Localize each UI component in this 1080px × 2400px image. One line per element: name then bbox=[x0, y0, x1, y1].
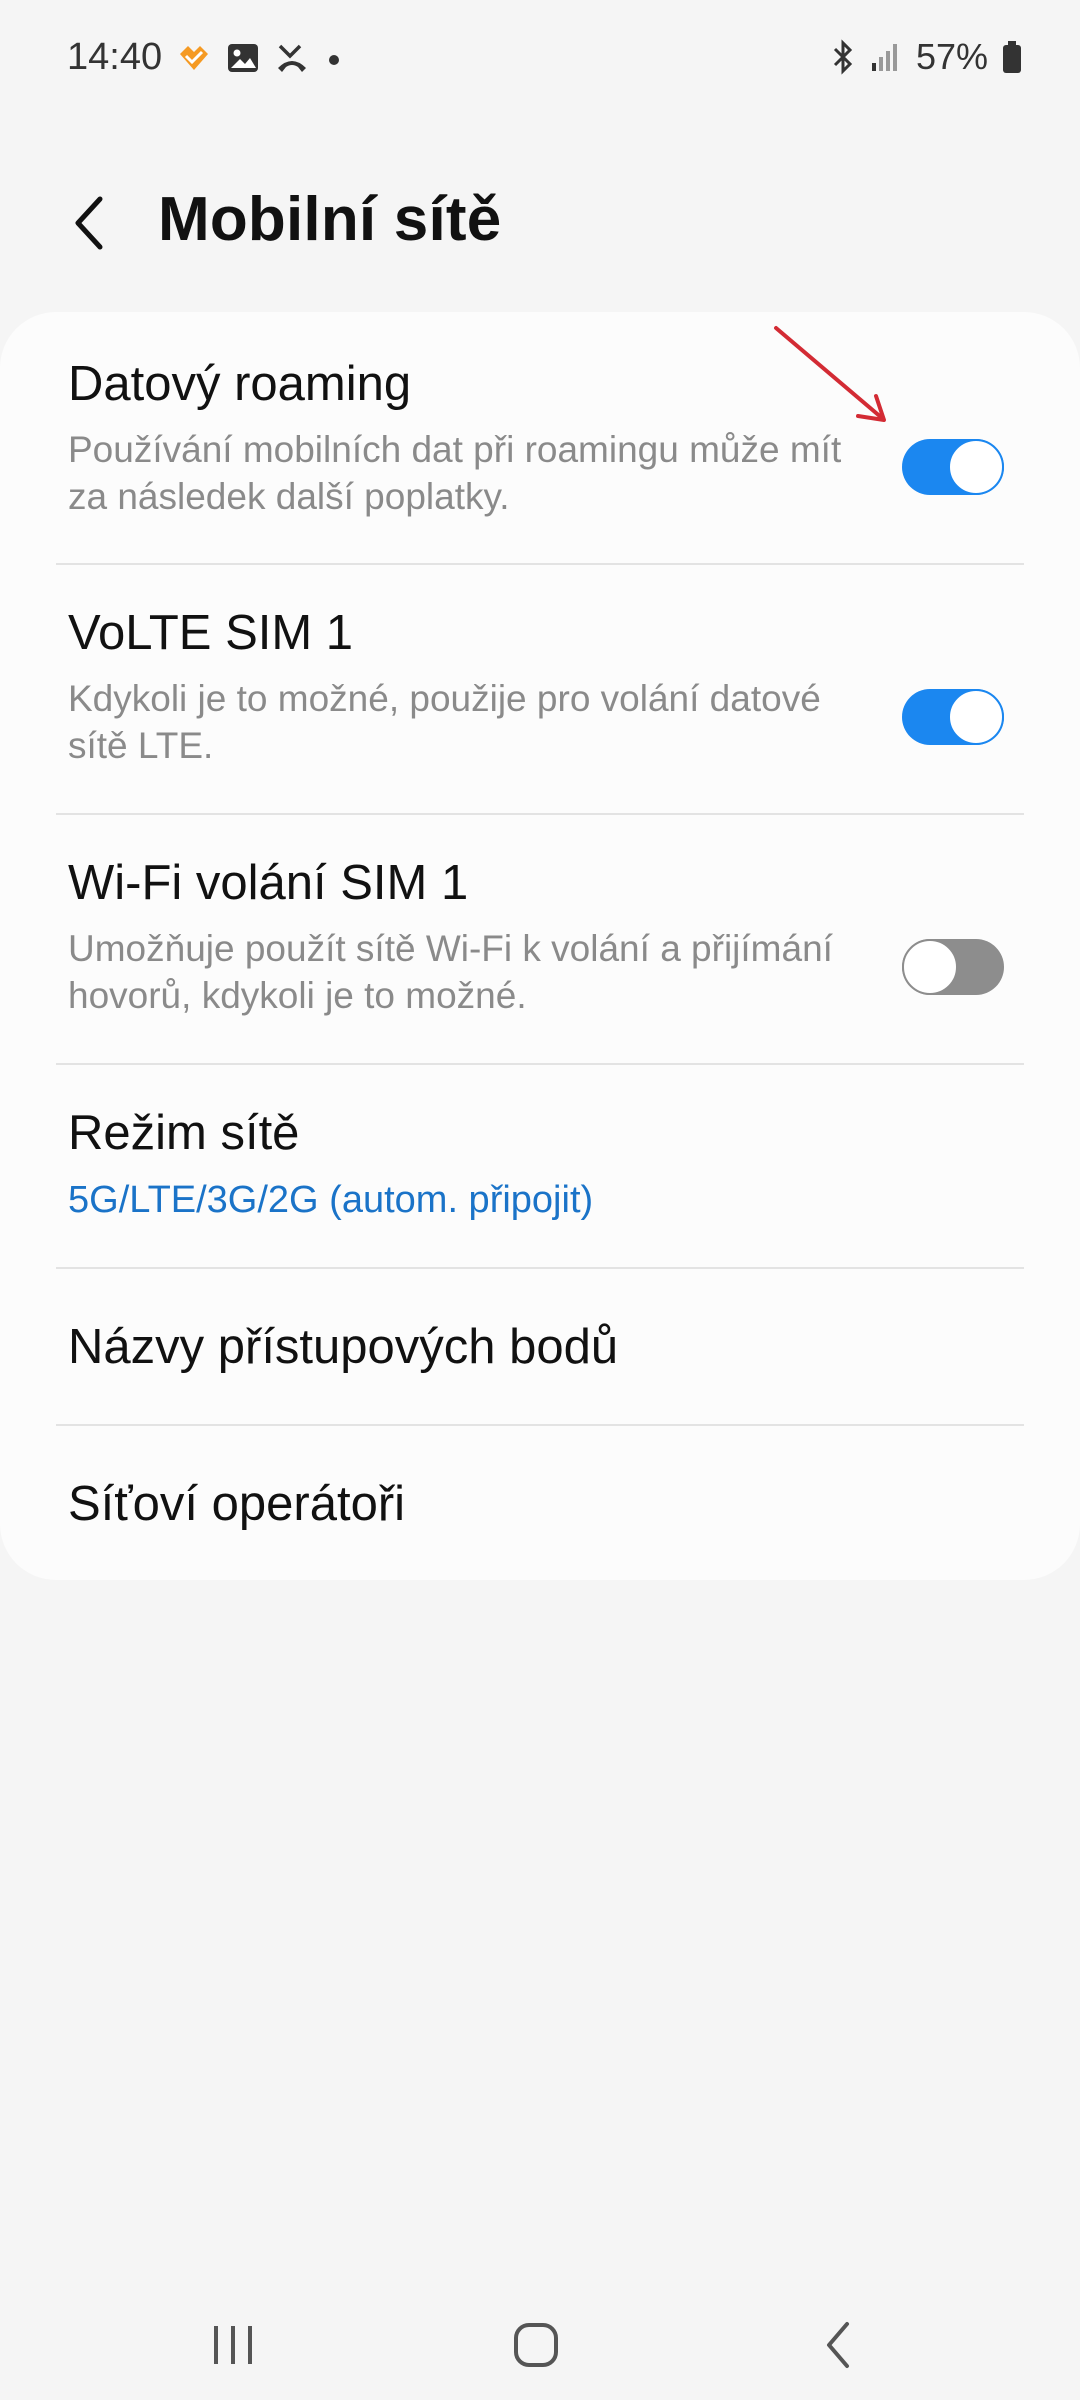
setting-volte[interactable]: VoLTE SIM 1 Kdykoli je to možné, použije… bbox=[0, 565, 1080, 815]
network-mode-value: 5G/LTE/3G/2G (autom. připojit) bbox=[68, 1179, 594, 1221]
setting-network-operators[interactable]: Síťoví operátoři bbox=[0, 1426, 1080, 1580]
setting-data-roaming[interactable]: Datový roaming Používání mobilních dat p… bbox=[0, 312, 1080, 564]
toggle-knob bbox=[948, 439, 1004, 495]
setting-title: VoLTE SIM 1 bbox=[68, 606, 354, 660]
setting-apn[interactable]: Názvy přístupových bodů bbox=[0, 1269, 1080, 1425]
setting-title: Názvy přístupových bodů bbox=[68, 1320, 619, 1374]
home-icon bbox=[514, 2323, 558, 2367]
setting-title: Wi-Fi volání SIM 1 bbox=[68, 856, 469, 910]
heart-app-icon bbox=[176, 42, 212, 74]
app-header: Mobilní sítě bbox=[0, 170, 1080, 280]
battery-icon bbox=[1002, 40, 1022, 74]
chevron-left-icon bbox=[75, 196, 103, 250]
status-time: 14:40 bbox=[67, 36, 163, 78]
back-button[interactable] bbox=[58, 188, 118, 258]
home-button[interactable] bbox=[496, 2310, 576, 2380]
gallery-icon bbox=[226, 42, 260, 74]
setting-network-mode[interactable]: Režim sítě 5G/LTE/3G/2G (autom. připojit… bbox=[0, 1065, 1080, 1265]
recent-apps-button[interactable] bbox=[193, 2310, 273, 2380]
data-roaming-toggle[interactable] bbox=[902, 439, 1004, 495]
annotation-arrow-icon bbox=[774, 326, 886, 422]
status-right: 57% bbox=[830, 36, 1022, 78]
setting-title: Režim sítě bbox=[68, 1106, 300, 1160]
status-bar: 14:40 57% bbox=[0, 0, 1080, 120]
signal-icon bbox=[870, 41, 902, 73]
navigation-bar bbox=[0, 2280, 1080, 2390]
setting-description: Kdykoli je to možné, použije pro volání … bbox=[68, 678, 821, 766]
bluetooth-icon bbox=[830, 39, 856, 75]
toggle-knob bbox=[902, 939, 958, 995]
setting-title: Datový roaming bbox=[68, 357, 412, 411]
settings-card: Datový roaming Používání mobilních dat p… bbox=[0, 312, 1080, 1580]
volte-toggle[interactable] bbox=[902, 689, 1004, 745]
setting-title: Síťoví operátoři bbox=[68, 1477, 406, 1531]
page-title: Mobilní sítě bbox=[158, 185, 502, 254]
toggle-knob bbox=[948, 689, 1004, 745]
battery-percent: 57% bbox=[915, 36, 988, 77]
setting-wifi-calling[interactable]: Wi-Fi volání SIM 1 Umožňuje použít sítě … bbox=[0, 815, 1080, 1065]
nav-back-button[interactable] bbox=[799, 2310, 879, 2380]
dot-icon bbox=[324, 42, 344, 74]
setting-description: Používání mobilních dat při roamingu můž… bbox=[68, 429, 842, 517]
status-left-icons bbox=[176, 42, 344, 74]
back-icon bbox=[827, 2322, 849, 2368]
missed-call-icon bbox=[274, 42, 310, 74]
wifi-calling-toggle[interactable] bbox=[902, 939, 1004, 995]
recent-apps-icon bbox=[214, 2326, 252, 2364]
setting-description: Umožňuje použít sítě Wi-Fi k volání a př… bbox=[68, 928, 833, 1016]
